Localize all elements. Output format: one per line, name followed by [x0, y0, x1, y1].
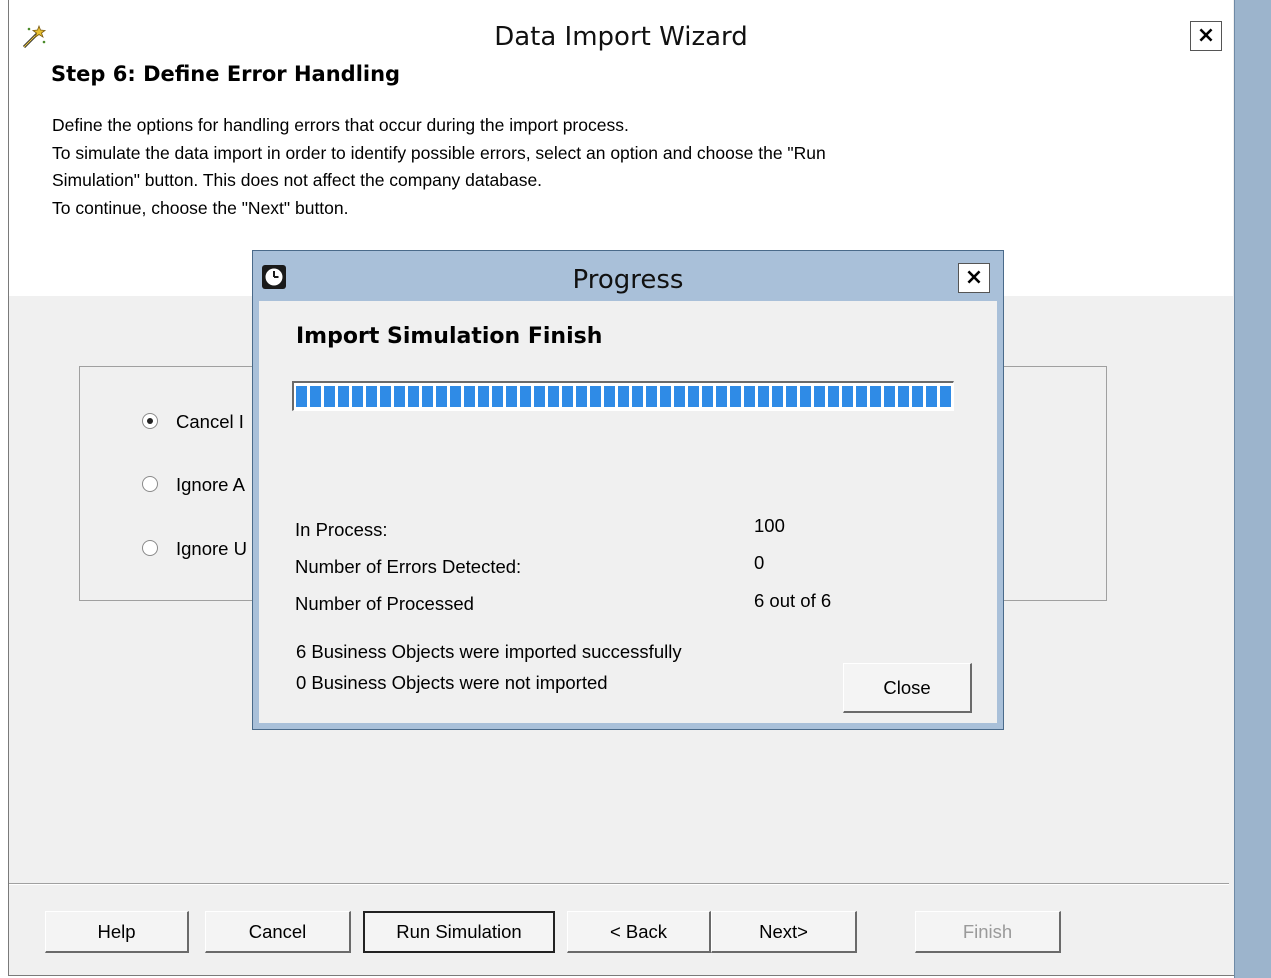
- stat-label-processed: Number of Processed: [295, 593, 474, 614]
- next-button[interactable]: Next>: [711, 911, 857, 953]
- stat-value-processed: 6 out of 6: [754, 590, 832, 611]
- result-message-success: 6 Business Objects were imported success…: [296, 641, 682, 662]
- description-line: Define the options for handling errors t…: [52, 115, 629, 135]
- step-title: Step 6: Define Error Handling: [51, 62, 401, 86]
- stat-value-errors: 0: [754, 552, 765, 573]
- dialog-close-icon-button[interactable]: ×: [958, 263, 990, 293]
- option-cancel[interactable]: Cancel I: [142, 411, 244, 433]
- option-ignore-u[interactable]: Ignore U: [142, 538, 247, 560]
- radio-button[interactable]: [142, 476, 158, 493]
- dialog-body: Import Simulation Finish In Process: 100…: [259, 301, 997, 723]
- button-separator: [9, 883, 1229, 885]
- option-label: Cancel I: [176, 411, 244, 432]
- cancel-button[interactable]: Cancel: [205, 911, 351, 953]
- close-button[interactable]: Close: [843, 663, 972, 713]
- stat-label-in-process: In Process:: [295, 519, 388, 540]
- back-button[interactable]: < Back: [567, 911, 711, 953]
- progress-bar-fill: [296, 386, 951, 407]
- desktop-background: [1234, 0, 1271, 978]
- progress-dialog: Progress × Import Simulation Finish In P…: [252, 250, 1004, 730]
- result-message-failed: 0 Business Objects were not imported: [296, 672, 608, 693]
- option-label: Ignore U: [176, 538, 247, 559]
- window-close-button[interactable]: ×: [1190, 21, 1222, 51]
- dialog-heading: Import Simulation Finish: [296, 324, 603, 349]
- window-title: Data Import Wizard: [494, 22, 748, 52]
- radio-button-selected[interactable]: [142, 413, 158, 430]
- description-line: To continue, choose the "Next" button.: [52, 197, 349, 218]
- stat-label-errors: Number of Errors Detected:: [295, 556, 522, 577]
- dialog-title: Progress: [572, 265, 684, 295]
- run-simulation-button[interactable]: Run Simulation: [363, 911, 555, 953]
- radio-button[interactable]: [142, 540, 158, 557]
- description-line: Simulation" button. This does not affect…: [52, 170, 543, 190]
- help-button[interactable]: Help: [45, 911, 189, 953]
- option-ignore-all[interactable]: Ignore A: [142, 474, 245, 496]
- option-label: Ignore A: [176, 474, 245, 495]
- description-line: To simulate the data import in order to …: [52, 142, 826, 163]
- finish-button: Finish: [915, 911, 1061, 953]
- progress-bar: [292, 381, 954, 411]
- step-description: Define the options for handling errors t…: [52, 112, 1052, 222]
- stat-value-in-process: 100: [754, 515, 785, 536]
